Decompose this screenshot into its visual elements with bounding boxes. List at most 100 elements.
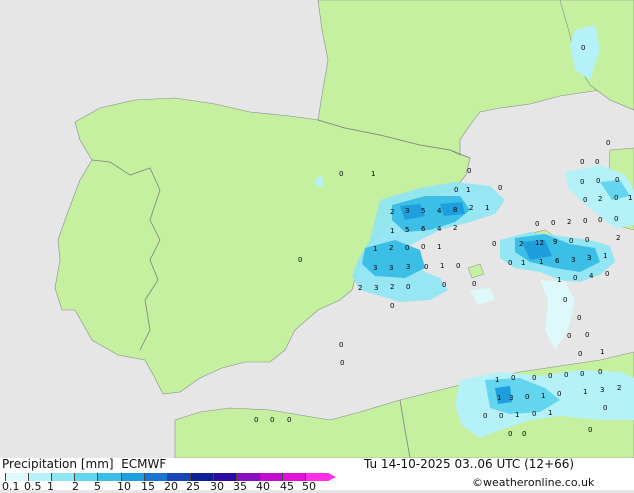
precip-value: 0 bbox=[606, 139, 610, 147]
precip-value: 3 bbox=[587, 254, 591, 262]
precip-value: 0 bbox=[535, 220, 539, 228]
precip-value: 0 bbox=[406, 283, 410, 291]
precip-value: 0 bbox=[298, 256, 302, 264]
precip-value: 2 bbox=[617, 384, 621, 392]
legend-tick-label: 50 bbox=[302, 480, 316, 493]
precip-value: 1 bbox=[603, 252, 607, 260]
precip-value: 0 bbox=[595, 158, 599, 166]
precip-value: 0 bbox=[605, 270, 609, 278]
precip-value: 1 bbox=[541, 392, 545, 400]
precip-value: 1 bbox=[437, 243, 441, 251]
precip-value: 0 bbox=[581, 44, 585, 52]
precip-value: 2 bbox=[453, 224, 457, 232]
precip-value: 0 bbox=[339, 170, 343, 178]
precip-value: 0 bbox=[563, 296, 567, 304]
precip-value: 6 bbox=[421, 225, 426, 233]
precip-value: 1 bbox=[390, 227, 394, 235]
precip-value: 0 bbox=[615, 176, 619, 184]
precip-value: 1 bbox=[371, 170, 375, 178]
legend-tick-label: 1 bbox=[47, 480, 54, 493]
precip-value: 2 bbox=[358, 284, 362, 292]
precip-value: 0 bbox=[508, 430, 512, 438]
precip-value: 0 bbox=[585, 331, 589, 339]
precip-value: 0 bbox=[498, 184, 502, 192]
precip-value: 1 bbox=[515, 411, 519, 419]
precip-value: 0 bbox=[525, 393, 529, 401]
precip-value: 9 bbox=[553, 238, 557, 246]
legend-tick-label: 45 bbox=[280, 480, 294, 493]
precip-value: 0 bbox=[583, 217, 587, 225]
valid-time: Tu 14-10-2025 03..06 UTC (12+66) bbox=[364, 457, 575, 471]
precip-value: 0 bbox=[569, 237, 573, 245]
credit-text[interactable]: ©weatheronline.co.uk bbox=[472, 476, 594, 489]
precip-value: 3 bbox=[373, 264, 377, 272]
precip-value: 1 bbox=[521, 259, 525, 267]
precip-value: 0 bbox=[270, 416, 274, 424]
precip-value: 0 bbox=[483, 412, 487, 420]
precip-value: 5 bbox=[421, 207, 425, 215]
legend-tick-label: 20 bbox=[164, 480, 178, 493]
precip-value: 0 bbox=[580, 370, 584, 378]
precip-value: 0 bbox=[567, 332, 571, 340]
precip-value: 8 bbox=[453, 206, 457, 214]
precip-value: 4 bbox=[437, 225, 442, 233]
precip-value: 1 bbox=[583, 388, 587, 396]
precip-value: 1 bbox=[485, 204, 489, 212]
legend-tick-label: 35 bbox=[233, 480, 247, 493]
precip-value: 0 bbox=[532, 410, 536, 418]
legend-panel: Precipitation [mm] ECMWF Tu 14-10-2025 0… bbox=[0, 457, 634, 493]
precip-value: 2 bbox=[390, 283, 394, 291]
precip-value: 0 bbox=[472, 280, 476, 288]
precip-value: 4 bbox=[589, 272, 594, 280]
precip-value: 4 bbox=[437, 207, 442, 215]
legend-tick-label: 10 bbox=[117, 480, 131, 493]
precip-value: 1 bbox=[539, 258, 543, 266]
precipitation-map[interactable]: 0 1 0 1 0 2 3 5 4 8 2 1 1 5 6 4 2 1 2 0 … bbox=[0, 0, 634, 458]
precip-value: 0 bbox=[467, 167, 471, 175]
precip-value: 0 bbox=[596, 177, 600, 185]
precip-value: 0 bbox=[254, 416, 258, 424]
legend-tick-label: 30 bbox=[210, 480, 224, 493]
precip-value: 2 bbox=[567, 218, 571, 226]
precip-value: 6 bbox=[555, 257, 560, 265]
precip-value: 0 bbox=[522, 430, 526, 438]
legend-tick-label: 2 bbox=[72, 480, 79, 493]
precip-value: 0 bbox=[598, 368, 602, 376]
precip-value: 1 bbox=[373, 245, 377, 253]
precip-value: 0 bbox=[598, 216, 602, 224]
precip-value: 1 bbox=[497, 394, 501, 402]
precip-value: 0 bbox=[287, 416, 291, 424]
precip-value: 1 bbox=[466, 186, 470, 194]
precip-value: 0 bbox=[585, 236, 589, 244]
precip-value: 3 bbox=[374, 284, 378, 292]
precip-value: 0 bbox=[456, 262, 460, 270]
legend-tick-label: 0.1 bbox=[2, 480, 20, 493]
precip-value: 0 bbox=[583, 196, 587, 204]
precip-value: 3 bbox=[405, 207, 409, 215]
precip-value: 0 bbox=[564, 371, 568, 379]
precip-value: 0 bbox=[454, 186, 458, 194]
legend-tick-label: 25 bbox=[186, 480, 200, 493]
precip-value: 0 bbox=[580, 158, 584, 166]
legend-title: Precipitation [mm] ECMWF bbox=[2, 457, 166, 471]
precip-value: 0 bbox=[424, 263, 428, 271]
precip-value: 2 bbox=[469, 204, 473, 212]
precip-value: 0 bbox=[578, 350, 582, 358]
precip-value: 0 bbox=[603, 404, 607, 412]
precip-value: 0 bbox=[421, 243, 425, 251]
precip-value: 2 bbox=[519, 240, 523, 248]
precip-value: 0 bbox=[548, 372, 552, 380]
precip-value: 12 bbox=[535, 239, 544, 247]
precip-value: 3 bbox=[509, 394, 513, 402]
precip-value: 1 bbox=[495, 376, 499, 384]
precip-value: 1 bbox=[628, 194, 632, 202]
legend-tick-label: 0.5 bbox=[24, 480, 42, 493]
precip-value: 3 bbox=[600, 386, 604, 394]
precip-value: 0 bbox=[614, 215, 618, 223]
model-name: ECMWF bbox=[121, 457, 167, 471]
precip-value: 0 bbox=[551, 219, 555, 227]
precip-value: 0 bbox=[511, 374, 515, 382]
precip-value: 2 bbox=[390, 208, 394, 216]
precip-value: 0 bbox=[557, 390, 561, 398]
legend-tick-label: 15 bbox=[141, 480, 155, 493]
